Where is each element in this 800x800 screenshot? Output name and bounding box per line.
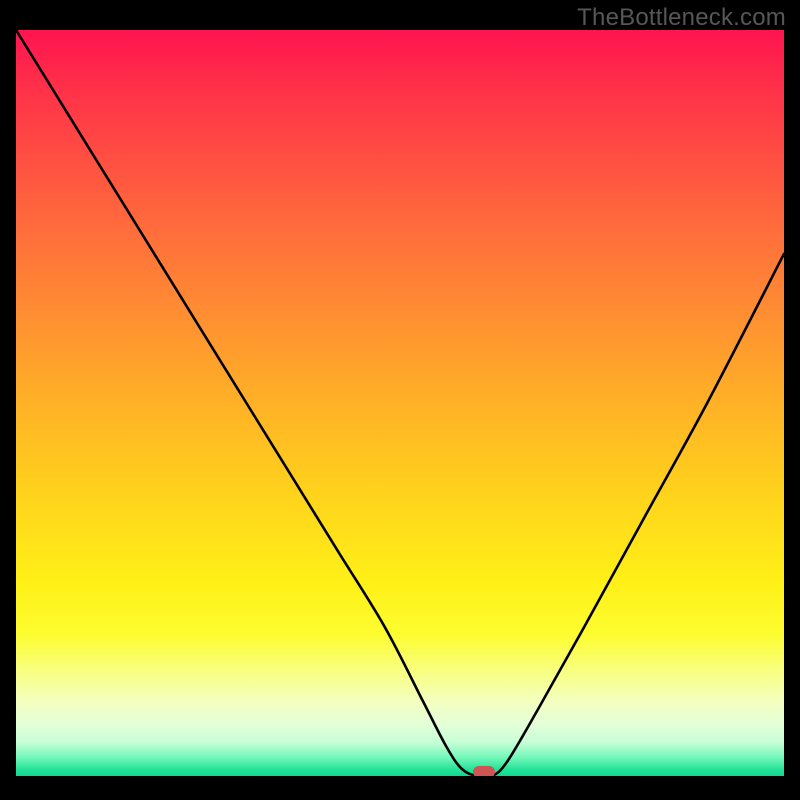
optimum-marker [473, 766, 495, 776]
attribution-label: TheBottleneck.com [577, 4, 786, 32]
bottleneck-curve [16, 30, 784, 776]
chart-container: TheBottleneck.com [0, 0, 800, 800]
plot-area [16, 30, 784, 776]
